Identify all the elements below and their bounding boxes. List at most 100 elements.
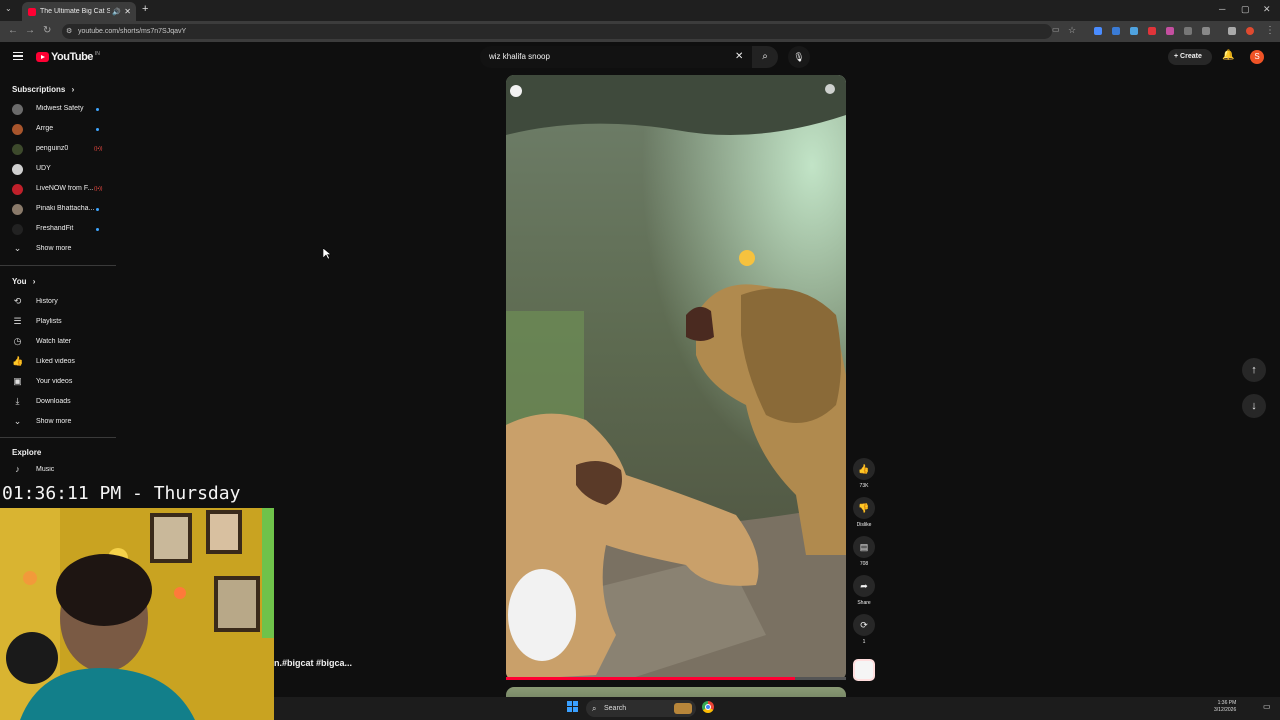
chevron-right-icon: ›	[32, 277, 36, 286]
close-tab-icon[interactable]: ✕	[124, 7, 131, 16]
new-content-dot	[96, 128, 99, 131]
site-info-icon[interactable]: ⚙	[66, 24, 72, 39]
subscription-item[interactable]: penguinz0 ((•))	[0, 139, 116, 159]
hamburger-menu-icon[interactable]	[13, 52, 23, 60]
minimize-icon[interactable]: ─	[1219, 4, 1225, 14]
sidebar-item-liked-videos[interactable]: 👍 Liked videos	[0, 352, 116, 372]
comment-icon[interactable]: ▤	[853, 536, 875, 558]
browser-tab[interactable]: The Ultimate Big Cat Show 🔊 ✕	[22, 2, 136, 21]
channel-avatar	[12, 144, 23, 155]
sidebar-item-label: LiveNOW from F...	[36, 185, 94, 192]
taskbar-search-label: Search	[604, 705, 627, 712]
notifications-bell-icon[interactable]: 🔔	[1222, 50, 1234, 61]
youtube-favicon-icon	[28, 7, 36, 16]
subscription-item[interactable]: FreshandFit	[0, 219, 116, 239]
new-content-dot	[96, 108, 99, 111]
taskbar-search[interactable]: ⌕ Search	[586, 700, 696, 717]
sidebar-item-your-videos[interactable]: ▣ Your videos	[0, 372, 116, 392]
youtube-play-icon	[36, 52, 49, 62]
playlists-icon: ☰	[13, 316, 22, 326]
extension-icon[interactable]	[1184, 27, 1192, 35]
subscription-item[interactable]: LiveNOW from F... ((•))	[0, 179, 116, 199]
logo-country-code: IN	[94, 50, 100, 57]
sound-thumbnail[interactable]	[853, 659, 875, 681]
clear-search-icon[interactable]: ✕	[735, 51, 743, 62]
show-more-you[interactable]: ⌄ Show more	[0, 412, 116, 432]
progress-fill	[506, 677, 795, 680]
sidebar-item-label: Pinaki Bhattacha...	[36, 205, 94, 212]
divider	[0, 437, 116, 438]
url-field[interactable]: ⚙ youtube.com/shorts/ms7n7SJqavY	[62, 24, 1052, 39]
overlay-clock: 01:36:11 PM - Thursday	[2, 483, 241, 504]
sidebar-item-label: Downloads	[36, 398, 71, 405]
subscription-item[interactable]: Midwest Safety	[0, 99, 116, 119]
extension-icon[interactable]	[1148, 27, 1156, 35]
search-icon: ⌕	[762, 51, 768, 62]
new-tab-button[interactable]: +	[142, 3, 148, 15]
extensions-puzzle-icon[interactable]	[1202, 27, 1210, 35]
remix-icon[interactable]: ⟳	[853, 614, 875, 636]
speaker-icon[interactable]: 🔊	[112, 8, 121, 16]
like-action[interactable]: 👍 73K	[853, 458, 875, 489]
profile-icon[interactable]	[1228, 27, 1236, 35]
share-action[interactable]: ➦ Share	[853, 575, 875, 606]
channel-avatar	[12, 204, 23, 215]
subscription-item[interactable]: Arrge	[0, 119, 116, 139]
dislike-label: Dislike	[856, 522, 872, 528]
short-caption[interactable]: n.#bigcat #bigca...	[274, 658, 352, 668]
notifications-icon[interactable]: ▭	[1263, 702, 1271, 711]
short-video-frame	[506, 75, 846, 680]
dislike-action[interactable]: 👎 Dislike	[853, 497, 875, 528]
sidebar-item-label: History	[36, 298, 58, 305]
show-more-subscriptions[interactable]: ⌄ Show more	[0, 239, 116, 259]
subscription-item[interactable]: UDY	[0, 159, 116, 179]
windows-start-icon[interactable]	[567, 701, 579, 713]
next-short-button[interactable]: ↓	[1242, 394, 1266, 418]
you-heading[interactable]: You ›	[12, 277, 35, 286]
youtube-logo[interactable]: YouTube IN	[36, 51, 100, 63]
reload-icon[interactable]: ↻	[43, 25, 51, 36]
comments-action[interactable]: ▤ 708	[853, 536, 875, 567]
close-window-icon[interactable]: ✕	[1263, 4, 1271, 15]
sidebar-item-music[interactable]: ♪ Music	[0, 460, 116, 480]
profile-avatar[interactable]	[1246, 27, 1254, 35]
video-progress-bar[interactable]	[506, 677, 846, 680]
remix-action[interactable]: ⟳ 1	[853, 614, 875, 645]
short-video-player[interactable]	[506, 75, 846, 680]
avatar[interactable]: S	[1250, 50, 1264, 64]
watch-later-icon: ◷	[13, 336, 22, 346]
search-button[interactable]: ⌕	[752, 46, 778, 68]
subscription-item[interactable]: Pinaki Bhattacha...	[0, 199, 116, 219]
tab-search-icon[interactable]: ⌄	[5, 4, 12, 13]
voice-search-button[interactable]: 🎙	[788, 46, 810, 68]
chevron-down-icon: ⌄	[13, 243, 22, 253]
previous-short-button[interactable]: ↑	[1242, 358, 1266, 382]
extension-icon[interactable]	[1130, 27, 1138, 35]
subscriptions-heading[interactable]: Subscriptions ›	[12, 85, 74, 94]
extension-icon[interactable]	[1166, 27, 1174, 35]
extension-icon[interactable]	[1094, 27, 1102, 35]
channel-avatar	[12, 104, 23, 115]
extension-icon[interactable]	[1112, 27, 1120, 35]
create-button[interactable]: + Create	[1168, 49, 1212, 65]
sidebar-item-downloads[interactable]: ⤓ Downloads	[0, 392, 116, 412]
forward-icon[interactable]: →	[25, 25, 35, 36]
sidebar-item-history[interactable]: ⟲ History	[0, 292, 116, 312]
like-icon[interactable]: 👍	[853, 458, 875, 480]
kebab-menu-icon[interactable]: ⋮	[1265, 25, 1275, 36]
sidebar-item-playlists[interactable]: ☰ Playlists	[0, 312, 116, 332]
search-input[interactable]: wiz khalifa snoop	[480, 46, 752, 68]
dislike-icon[interactable]: 👎	[853, 497, 875, 519]
channel-avatar	[12, 224, 23, 235]
system-clock[interactable]: 1:36 PM 3/12/2026	[1214, 700, 1236, 714]
maximize-icon[interactable]: ▢	[1241, 4, 1250, 15]
share-icon[interactable]: ➦	[853, 575, 875, 597]
sidebar-item-label: Liked videos	[36, 358, 75, 365]
subscriptions-title: Subscriptions	[12, 85, 66, 94]
chevron-down-icon: ⌄	[13, 416, 22, 426]
chrome-icon[interactable]	[702, 701, 714, 713]
sidebar-item-watch-later[interactable]: ◷ Watch later	[0, 332, 116, 352]
back-icon[interactable]: ←	[8, 25, 18, 36]
bookmark-star-icon[interactable]: ☆	[1068, 25, 1076, 36]
cast-icon[interactable]: ▭	[1052, 25, 1060, 34]
